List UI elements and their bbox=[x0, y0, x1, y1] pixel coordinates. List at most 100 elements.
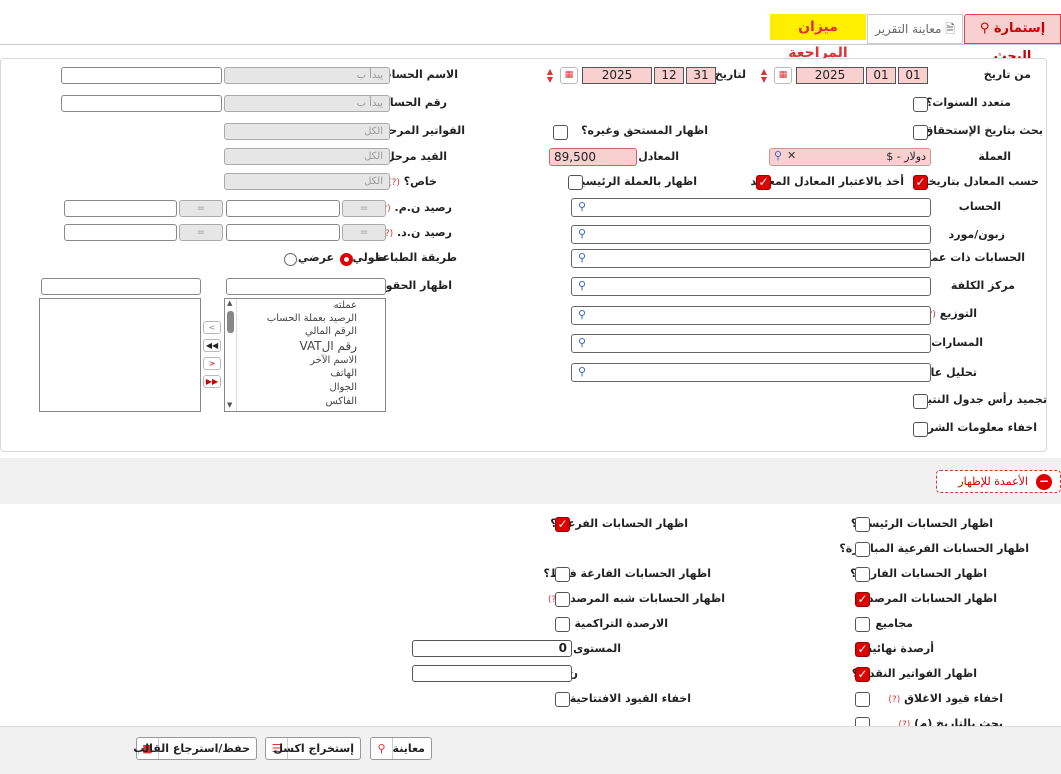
freeze-header-checkbox[interactable] bbox=[913, 394, 928, 409]
list-item[interactable]: الاسم الآخر bbox=[310, 355, 357, 366]
tab-search-form[interactable]: ⚲ إستمارة البحث bbox=[964, 14, 1061, 64]
clear-icon[interactable]: ✕ bbox=[787, 149, 796, 162]
show-cash-invoices-checkbox[interactable]: ✓ bbox=[855, 667, 870, 682]
show-cash-invoices-label: اظهار الفواتير النقدية؟ bbox=[851, 667, 977, 680]
search-icon[interactable]: ⚲ bbox=[774, 149, 782, 162]
balance-nd-value1[interactable] bbox=[226, 224, 340, 241]
currency-accounts-search[interactable]: ⚲ bbox=[571, 249, 931, 268]
general-analysis-search[interactable]: ⚲ bbox=[571, 363, 931, 382]
to-day-input[interactable]: 31 bbox=[686, 67, 716, 84]
list-item[interactable]: الهاتف bbox=[330, 368, 357, 379]
balance-nd-op1[interactable]: = bbox=[342, 224, 386, 241]
portrait-radio[interactable] bbox=[340, 253, 353, 266]
list-scrollbar[interactable]: ▲ ▼ bbox=[225, 299, 237, 411]
preview-button[interactable]: ⚲ معاينة bbox=[370, 737, 432, 760]
show-empty-only-checkbox[interactable] bbox=[555, 567, 570, 582]
calendar-icon[interactable]: ▦ bbox=[774, 67, 792, 84]
consider-rate-checkbox[interactable]: ✓ bbox=[756, 175, 771, 190]
tracks-search[interactable]: ⚲ bbox=[571, 334, 931, 353]
from-month-input[interactable]: 01 bbox=[866, 67, 896, 84]
account-number-input[interactable] bbox=[61, 95, 222, 112]
final-balances-checkbox[interactable]: ✓ bbox=[855, 642, 870, 657]
to-month-input[interactable]: 12 bbox=[654, 67, 684, 84]
balance-nm-op1[interactable]: = bbox=[342, 200, 386, 217]
totals-checkbox[interactable] bbox=[855, 617, 870, 632]
search-due-date-checkbox[interactable] bbox=[913, 125, 928, 140]
move-right-icon[interactable]: > bbox=[203, 357, 221, 370]
private-label: خاص؟ (?) bbox=[388, 175, 437, 188]
calendar-icon[interactable]: ▦ bbox=[560, 67, 578, 84]
balance-nd-value2[interactable] bbox=[64, 224, 177, 241]
selected-fields-list[interactable] bbox=[39, 298, 201, 412]
selected-fields-filter[interactable] bbox=[41, 278, 201, 295]
tab-report-preview[interactable]: معاينة التقرير 🗎 bbox=[867, 14, 963, 44]
multi-years-checkbox[interactable] bbox=[913, 97, 928, 112]
fields-search-input[interactable] bbox=[226, 278, 386, 295]
show-direct-sub-checkbox[interactable] bbox=[855, 542, 870, 557]
cost-center-label: مركز الكلفة bbox=[950, 279, 1015, 292]
search-by-date-label: بحث بالتاريخ (م) (?) bbox=[898, 717, 1003, 726]
show-main-accounts-checkbox[interactable] bbox=[855, 517, 870, 532]
balance-nd-op2[interactable]: = bbox=[179, 224, 223, 241]
customer-supplier-search[interactable]: ⚲ bbox=[571, 225, 931, 244]
cost-center-search[interactable]: ⚲ bbox=[571, 277, 931, 296]
balance-nm-value1[interactable] bbox=[226, 200, 340, 217]
move-all-right-icon[interactable]: ▶▶ bbox=[203, 375, 221, 388]
available-fields-list[interactable]: عملته الرصيد بعملة الحساب الرقم المالي ر… bbox=[224, 298, 386, 412]
distribution-search[interactable]: ⚲ bbox=[571, 306, 931, 325]
landscape-radio[interactable] bbox=[284, 253, 297, 266]
to-date-spinner[interactable]: ▲ ▼ bbox=[545, 68, 555, 84]
account-name-label: الاسم الحساب bbox=[380, 68, 458, 81]
balance-nm-value2[interactable] bbox=[64, 200, 177, 217]
account-number-mode[interactable]: يبدأ ب bbox=[224, 95, 390, 112]
currency-select[interactable]: ⚲ ✕ دولار - $ bbox=[769, 148, 931, 166]
show-balanced-checkbox[interactable]: ✓ bbox=[855, 592, 870, 607]
show-empty-accounts-checkbox[interactable] bbox=[855, 567, 870, 582]
show-due-etc-checkbox[interactable] bbox=[553, 125, 568, 140]
from-day-input[interactable]: 01 bbox=[898, 67, 928, 84]
columns-toggle-button[interactable]: − الأعمدة للإظهار bbox=[936, 470, 1061, 493]
hide-closing-entries-checkbox[interactable] bbox=[855, 692, 870, 707]
show-main-currency-label: اظهار بالعملة الرئيسية؟ bbox=[568, 175, 697, 188]
list-item[interactable]: الرقم المالي bbox=[305, 326, 357, 337]
list-item[interactable]: الفاكس bbox=[326, 396, 357, 407]
search-icon: ⚲ bbox=[371, 738, 393, 759]
columns-band bbox=[0, 458, 1061, 504]
account-search[interactable]: ⚲ bbox=[571, 198, 931, 217]
search-by-date-checkbox[interactable] bbox=[855, 717, 870, 726]
cumulative-balances-checkbox[interactable] bbox=[555, 617, 570, 632]
show-main-currency-checkbox[interactable] bbox=[568, 175, 583, 190]
show-sub-accounts-checkbox[interactable]: ✓ bbox=[555, 517, 570, 532]
balance-nm-op2[interactable]: = bbox=[179, 200, 223, 217]
from-date-label: من تاريخ bbox=[983, 68, 1031, 81]
move-left-icon[interactable]: < bbox=[203, 321, 221, 334]
rate-input[interactable]: 89,500 bbox=[549, 148, 637, 166]
scroll-down-icon[interactable]: ▼ bbox=[227, 401, 232, 409]
transferred-invoices-select[interactable]: الكل bbox=[224, 123, 390, 140]
export-excel-button[interactable]: ☰ إستخراج اكسل bbox=[265, 737, 361, 760]
account-name-input[interactable] bbox=[61, 67, 222, 84]
from-date-spinner[interactable]: ▲ ▼ bbox=[759, 68, 769, 84]
list-item[interactable]: الرصيد بعملة الحساب bbox=[267, 313, 357, 324]
from-year-input[interactable]: 2025 bbox=[796, 67, 864, 84]
scroll-up-icon[interactable]: ▲ bbox=[227, 299, 232, 307]
level-input[interactable]: 0 bbox=[412, 640, 572, 657]
to-year-input[interactable]: 2025 bbox=[582, 67, 652, 84]
show-semi-balanced-label: اظهار الحسابات شبه المرصدة (?) bbox=[547, 592, 725, 605]
account-name-mode[interactable]: يبدأ ب bbox=[224, 67, 390, 84]
private-select[interactable]: الكل bbox=[224, 173, 390, 190]
document-icon: 🗎 bbox=[945, 22, 955, 36]
list-item[interactable]: رقم الVAT bbox=[300, 339, 357, 353]
list-item[interactable]: عملته bbox=[334, 300, 357, 311]
show-semi-balanced-checkbox[interactable] bbox=[555, 592, 570, 607]
rate-by-date-label: حسب المعادل بتاريخه؟ bbox=[915, 175, 1039, 188]
hide-opening-entries-checkbox[interactable] bbox=[555, 692, 570, 707]
rate-by-date-checkbox[interactable]: ✓ bbox=[913, 175, 928, 190]
move-all-left-icon[interactable]: ◀◀ bbox=[203, 339, 221, 352]
save-template-button[interactable]: ■ حفظ/استرجاع القالب bbox=[133, 737, 257, 760]
list-item[interactable]: الجوال bbox=[330, 382, 358, 393]
hide-company-info-checkbox[interactable] bbox=[913, 422, 928, 437]
transferred-entry-select[interactable]: الكل bbox=[224, 148, 390, 165]
n-input[interactable] bbox=[412, 665, 572, 682]
scroll-thumb[interactable] bbox=[227, 311, 234, 333]
